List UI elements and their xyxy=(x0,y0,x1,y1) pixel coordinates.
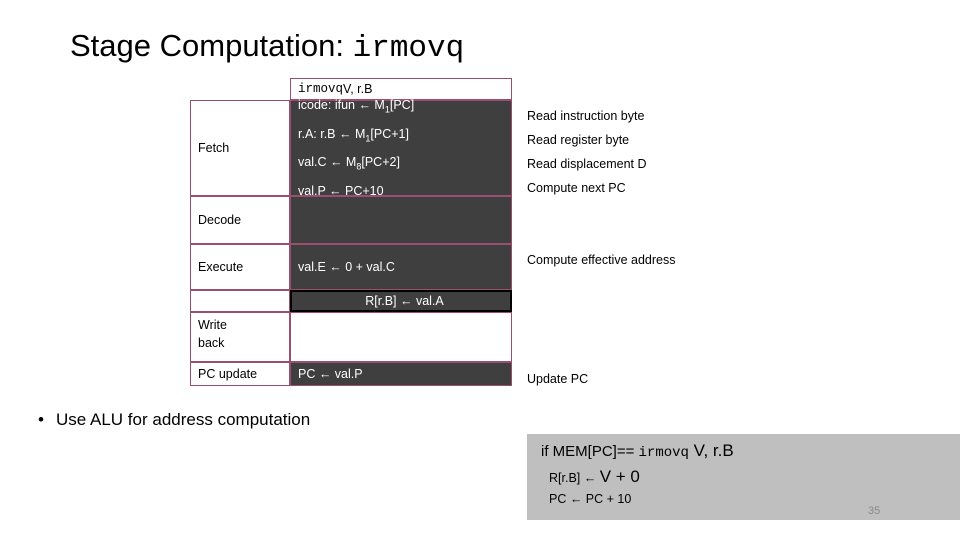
execute-operations: val.E ← 0 + val.C xyxy=(290,244,512,290)
stage-label-blank xyxy=(190,290,290,312)
page-number: 35 xyxy=(868,505,881,517)
decode-operations xyxy=(290,196,512,244)
page-title-text: Stage Computation: xyxy=(70,28,353,63)
example-line-1-post: V, r.B xyxy=(688,441,734,460)
table-row: R[r.B] ← val.A xyxy=(190,290,512,312)
pcupdate-operations: PC ← val.P xyxy=(290,362,512,386)
stage-label-decode: Decode xyxy=(190,196,290,244)
slide: Stage Computation: irmovq irmovq V, r.B … xyxy=(0,0,960,540)
example-line-1: if MEM[PC]== irmovq V, r.B xyxy=(541,441,734,461)
comment-compute-next-pc: Compute next PC xyxy=(527,181,626,195)
page-title: Stage Computation: irmovq xyxy=(70,28,464,66)
table-row: PC update PC ← val.P xyxy=(190,362,512,386)
fetch-line-1: icode: ifun ← M1[PC] xyxy=(298,98,415,115)
page-title-mono: irmovq xyxy=(352,31,465,66)
comment-read-register-byte: Read register byte xyxy=(527,133,630,147)
example-line-1-pre: if MEM[PC]== xyxy=(541,443,639,460)
table-row: Decode xyxy=(190,196,512,244)
comment-update-pc: Update PC xyxy=(527,372,589,386)
example-line-1-mono: irmovq xyxy=(638,445,689,461)
writeback-filler xyxy=(290,312,512,362)
stage-label-writeback-text: Write back xyxy=(198,318,227,351)
example-box: if MEM[PC]== irmovq V, r.B R[r.B] ← V + … xyxy=(527,434,960,520)
bullet-point: • Use ALU for address computation xyxy=(38,410,310,430)
fetch-line-2: r.A: r.B ← M1[PC+1] xyxy=(298,126,409,144)
table-row: Write back xyxy=(190,312,512,362)
stage-label-execute: Execute xyxy=(190,244,290,290)
stage-label-pcupdate: PC update xyxy=(190,362,290,386)
stage-label-fetch: Fetch xyxy=(190,100,290,196)
example-line-3: PC ← PC + 10 xyxy=(549,492,632,506)
table-row: Fetch icode: ifun ← M1[PC] r.A: r.B ← M1… xyxy=(190,98,512,198)
table-row: Execute val.E ← 0 + val.C xyxy=(190,244,512,290)
example-line-2-val: V + 0 xyxy=(599,467,640,486)
comment-compute-effective-address: Compute effective address xyxy=(527,253,676,267)
fetch-line-3: val.C ← M8[PC+2] xyxy=(298,155,400,172)
bullet-marker: • xyxy=(38,410,44,429)
example-line-2-pre: R[r.B] ← xyxy=(549,471,600,485)
comment-read-instruction-byte: Read instruction byte xyxy=(527,109,645,123)
header-left-spacer xyxy=(190,78,290,100)
comment-read-displacement: Read displacement D xyxy=(527,157,647,171)
fetch-operations: icode: ifun ← M1[PC] r.A: r.B ← M1[PC+1]… xyxy=(290,98,512,198)
stage-computation-table: irmovq V, r.B Fetch icode: ifun ← M1[PC]… xyxy=(190,78,512,386)
example-line-2: R[r.B] ← V + 0 xyxy=(549,467,640,487)
stage-label-writeback: Write back xyxy=(190,312,290,362)
bullet-text: Use ALU for address computation xyxy=(56,410,311,429)
writeback-operations: R[r.B] ← val.A xyxy=(290,290,512,312)
